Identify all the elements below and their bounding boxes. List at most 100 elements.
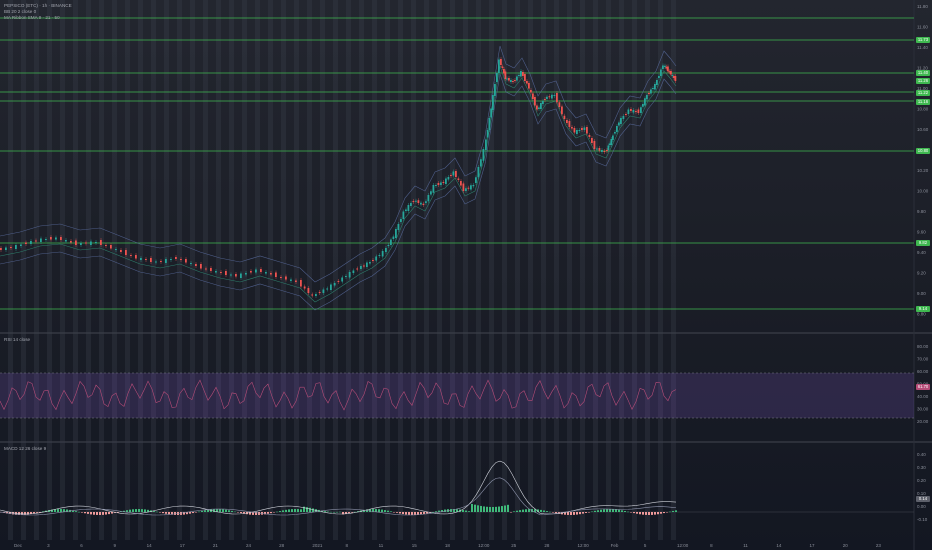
- macd-histogram-bar: [111, 512, 113, 514]
- candle: [490, 108, 493, 118]
- session-stripe: [541, 0, 546, 540]
- session-stripe: [294, 0, 299, 540]
- candle: [185, 259, 187, 263]
- candle: [407, 205, 410, 211]
- candle: [644, 98, 646, 106]
- macd-histogram-bar: [102, 512, 104, 515]
- macd-histogram-bar: [621, 510, 623, 512]
- macd-histogram-bar: [633, 512, 635, 514]
- session-stripe: [281, 0, 286, 540]
- candle: [607, 145, 610, 150]
- rsi-axis-label: 70.00: [917, 357, 929, 362]
- candle: [526, 81, 528, 84]
- candle: [348, 272, 351, 278]
- candle: [165, 259, 167, 263]
- macd-histogram-bar: [219, 509, 221, 512]
- indicator-legend-ma[interactable]: MA Ribbon SMA 9 · 21 · 50: [4, 15, 72, 21]
- macd-legend[interactable]: MACD 12 26 close 9: [4, 446, 46, 452]
- macd-histogram-bar: [108, 512, 110, 515]
- candle: [90, 241, 92, 245]
- macd-axis-label: 0.00: [917, 504, 926, 509]
- price-axis-label: 9.60: [917, 230, 926, 235]
- time-axis-label: Dec: [14, 543, 23, 548]
- candle: [528, 83, 530, 89]
- macd-histogram-bar: [87, 512, 89, 514]
- chart-app[interactable]: 11.8011.6011.4011.2011.0010.8010.6010.40…: [0, 0, 932, 550]
- candle: [318, 292, 321, 293]
- candle: [635, 111, 637, 112]
- macd-histogram-bar: [570, 512, 572, 515]
- macd-histogram-bar: [639, 512, 641, 515]
- macd-histogram-bar: [294, 509, 296, 512]
- price-chart-canvas[interactable]: 11.8011.6011.4011.2011.0010.8010.6010.40…: [0, 0, 932, 550]
- rsi-legend[interactable]: RSI 14 close: [4, 337, 30, 343]
- candle: [255, 269, 257, 273]
- time-axis-label: 5: [644, 543, 647, 548]
- macd-histogram-bar: [384, 510, 386, 512]
- session-stripe: [86, 0, 91, 540]
- macd-histogram-bar: [228, 510, 230, 512]
- price-axis-label: 9.20: [917, 271, 926, 276]
- price-axis-label: 10.20: [917, 168, 929, 173]
- macd-histogram-bar: [282, 510, 284, 512]
- time-axis-label: 14: [147, 543, 153, 548]
- candle: [496, 73, 498, 82]
- session-stripe: [34, 0, 39, 540]
- session-stripe: [21, 0, 26, 540]
- candle: [538, 107, 540, 109]
- candle: [667, 66, 669, 72]
- macd-histogram-bar: [474, 504, 476, 512]
- candle: [215, 271, 217, 273]
- candle: [660, 69, 662, 76]
- macd-histogram-bar: [402, 512, 404, 515]
- candle: [500, 59, 502, 65]
- candle: [498, 59, 500, 73]
- macd-histogram-bar: [465, 510, 467, 512]
- session-stripe: [8, 0, 13, 540]
- time-axis-label: 14: [776, 543, 782, 548]
- macd-histogram-bar: [291, 509, 293, 512]
- time-axis-label: 28: [544, 543, 550, 548]
- candle: [470, 185, 472, 190]
- time-axis-label: 15: [412, 543, 418, 548]
- candle: [480, 159, 482, 167]
- candle: [40, 238, 42, 242]
- macd-histogram-bar: [576, 512, 578, 515]
- candle: [568, 121, 571, 127]
- candle: [300, 280, 302, 287]
- macd-histogram-bar: [201, 510, 203, 512]
- candle: [303, 286, 306, 289]
- macd-histogram-bar: [399, 512, 401, 514]
- candle: [650, 89, 652, 94]
- candle: [50, 237, 52, 240]
- candle: [654, 84, 656, 90]
- candle: [205, 268, 207, 270]
- macd-histogram-bar: [234, 511, 236, 513]
- macd-histogram-bar: [285, 509, 287, 512]
- macd-histogram-bar: [192, 512, 194, 514]
- macd-histogram-bar: [105, 512, 107, 515]
- chart-legend: PEPSICO (ETC) · 1h · BINANCE BB 20 2 clo…: [4, 3, 72, 21]
- macd-histogram-bar: [591, 511, 593, 513]
- session-stripe: [268, 0, 273, 540]
- candle: [522, 72, 524, 76]
- candle: [30, 241, 32, 244]
- macd-histogram-bar: [546, 511, 548, 512]
- macd-histogram-bar: [636, 512, 638, 514]
- macd-histogram-bar: [324, 511, 326, 512]
- candle: [225, 271, 227, 275]
- candle: [311, 294, 314, 296]
- candle: [397, 224, 400, 230]
- macd-histogram-bar: [510, 512, 512, 513]
- macd-histogram-bar: [198, 511, 200, 513]
- candle: [542, 101, 544, 104]
- macd-histogram-bar: [543, 510, 545, 512]
- macd-histogram-bar: [504, 505, 506, 512]
- session-stripe: [502, 0, 507, 540]
- candle: [646, 95, 648, 100]
- candle: [105, 245, 107, 246]
- candle: [437, 183, 440, 185]
- macd-histogram-bar: [222, 509, 224, 512]
- candle: [95, 242, 97, 243]
- candle: [540, 103, 542, 109]
